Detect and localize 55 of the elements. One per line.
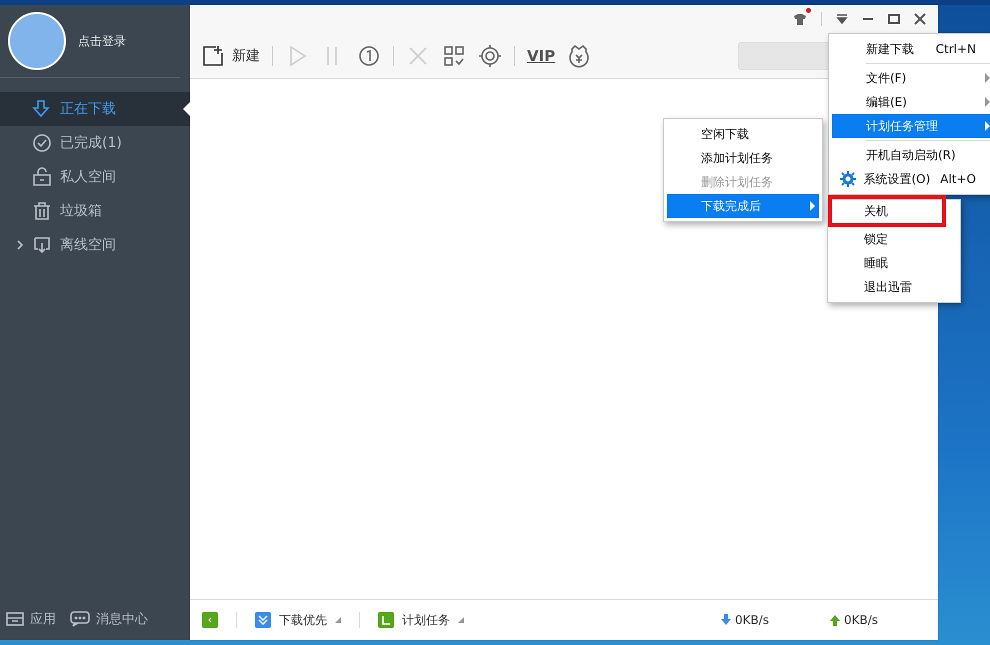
trash-icon [32, 201, 52, 221]
corner-triangle-icon [335, 617, 341, 623]
menu-item[interactable]: 睡眠 [831, 251, 957, 275]
chat-bubble-icon [70, 611, 90, 627]
sidebar-item[interactable]: 垃圾箱 [0, 194, 190, 228]
lock-icon [32, 167, 52, 187]
menu-item[interactable]: 退出迅雷 [831, 275, 957, 299]
menu-item[interactable]: 下载完成后 [667, 194, 819, 218]
back-button[interactable] [202, 612, 218, 628]
up-arrow-icon [828, 614, 841, 626]
vip-button[interactable]: VIP [527, 46, 556, 64]
toolbar-button[interactable] [442, 44, 466, 68]
maximize-icon [888, 13, 900, 25]
toolbar-button[interactable] [357, 44, 381, 68]
menu-item[interactable]: 计划任务管理 [832, 114, 990, 138]
chevron-icon [16, 240, 24, 250]
toolbar-button[interactable] [478, 44, 502, 68]
login-link[interactable]: 点击登录 [78, 32, 126, 50]
grid-check-icon [442, 44, 466, 68]
check-circle-icon [32, 133, 52, 153]
chevron-left-icon [208, 615, 212, 625]
shirt-icon [793, 12, 807, 24]
menu-item[interactable]: 开机自动启动(R) [832, 143, 990, 167]
toolbar-button[interactable] [567, 44, 592, 68]
menu-item[interactable]: 关机 [828, 195, 946, 227]
sidebar-item[interactable]: 离线空间 [0, 228, 190, 262]
download-arrow-icon [32, 99, 52, 119]
double-chevron-icon [258, 615, 268, 625]
speed-limit-icon [357, 44, 381, 68]
upload-speed: 0KB/s [828, 613, 878, 627]
corner-triangle-icon [458, 617, 464, 623]
target-icon [478, 44, 502, 68]
menu-item[interactable]: 系统设置(O) Alt+O [832, 167, 990, 191]
new-button[interactable]: 新建 [202, 44, 260, 66]
footer-button[interactable]: 消息中心 [70, 610, 148, 628]
menu-item[interactable]: 锁定 [831, 227, 957, 251]
menu-item[interactable]: 编辑(E) [832, 90, 990, 114]
sidebar-item[interactable]: 正在下载 [0, 92, 190, 126]
priority-button[interactable]: 下载优先 [255, 612, 341, 628]
footer-button[interactable]: 应用 [6, 610, 56, 628]
money-bag-icon [567, 44, 592, 68]
down-arrow-icon [720, 614, 732, 626]
schedule-button[interactable]: 计划任务 [378, 612, 464, 628]
sidebar-item[interactable]: 已完成(1) [0, 126, 190, 160]
menu-item[interactable]: 空闲下载 [667, 122, 819, 146]
menu-item[interactable]: 添加计划任务 [667, 146, 819, 170]
close-icon [914, 13, 926, 25]
menu-item[interactable]: 新建下载 Ctrl+N [832, 37, 990, 61]
app-box-icon [6, 611, 24, 627]
sidebar-item[interactable]: 私人空间 [0, 160, 190, 194]
download-speed: 0KB/s [720, 613, 769, 627]
gear-icon [840, 171, 856, 187]
menu-icon [836, 13, 848, 25]
menu-item[interactable]: 文件(F) [832, 66, 990, 90]
new-file-icon [202, 44, 224, 66]
